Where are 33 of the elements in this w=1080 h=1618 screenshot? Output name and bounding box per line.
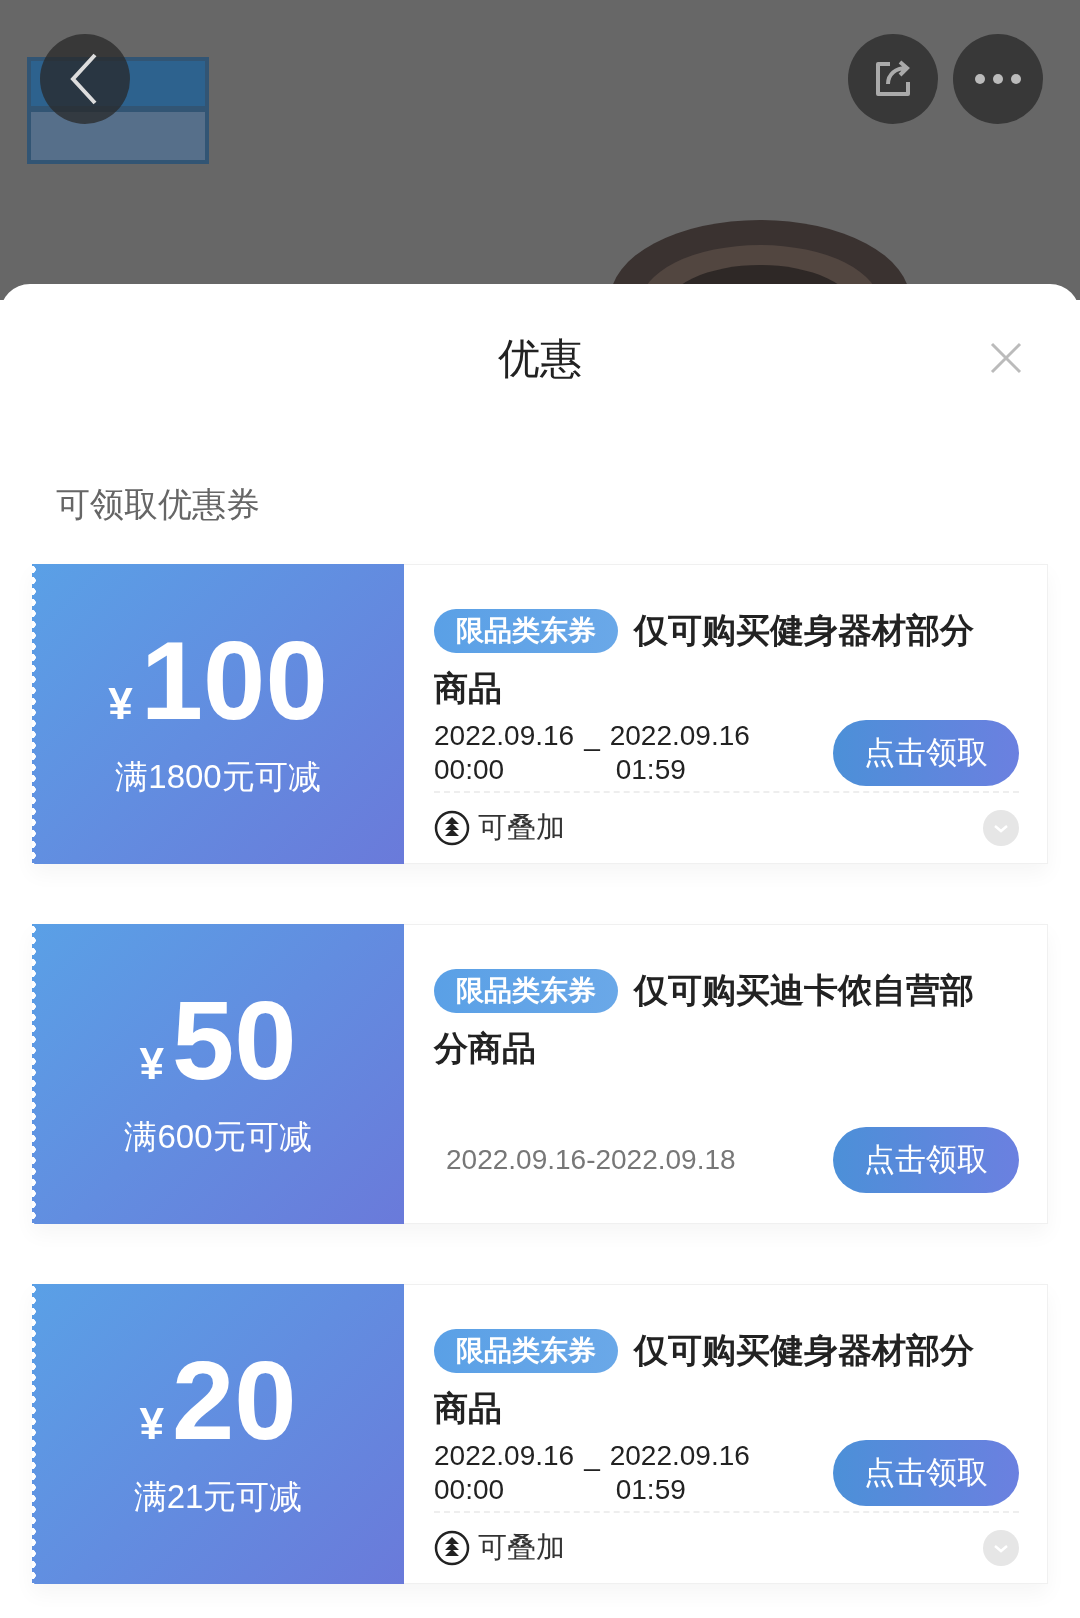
stackable-label: 可叠加 [478,1530,565,1565]
more-icon [973,73,1023,85]
end-date: 2022.09.16 [609,719,750,753]
date-separator: _ [584,719,600,753]
coupon-condition: 满21元可减 [133,1476,303,1517]
coupon-amount: 20 [171,1344,297,1457]
start-date: 2022.09.16 [434,719,575,753]
stackable-label: 可叠加 [478,810,565,845]
coupon-title: 限品类东券 仅可购买迪卡侬自营部分商品 [434,968,975,1069]
coupon-amount: 100 [140,624,328,737]
stackable-icon [434,810,470,846]
sheet-title: 优惠 [498,334,582,384]
coupon-title: 限品类东券 仅可购买健身器材部分商品 [434,608,975,709]
claim-button[interactable]: 点击领取 [833,1127,1019,1193]
currency-symbol: ¥ [108,678,133,729]
validity-dates: 2022.09.16-2022.09.18 [446,1144,736,1176]
section-title: 可领取优惠券 [56,484,261,525]
coupon-title: 限品类东券 仅可购买健身器材部分商品 [434,1328,975,1429]
currency-symbol: ¥ [139,1398,164,1449]
stackable-icon [434,1530,470,1566]
coupon-amount: 50 [171,984,297,1097]
claim-button[interactable]: 点击领取 [833,720,1019,786]
end-time: 01:59 [614,753,687,787]
start-time: 00:00 [434,1473,506,1507]
end-date: 2022.09.16 [609,1439,750,1473]
claim-button[interactable]: 点击领取 [833,1440,1019,1506]
end-time: 01:59 [614,1473,687,1507]
date-separator: _ [584,1439,600,1473]
coupon-condition: 满1800元可减 [115,756,321,797]
start-date: 2022.09.16 [434,1439,575,1473]
currency-symbol: ¥ [139,1038,164,1089]
coupon-condition: 满600元可减 [124,1116,312,1157]
start-time: 00:00 [434,753,506,787]
